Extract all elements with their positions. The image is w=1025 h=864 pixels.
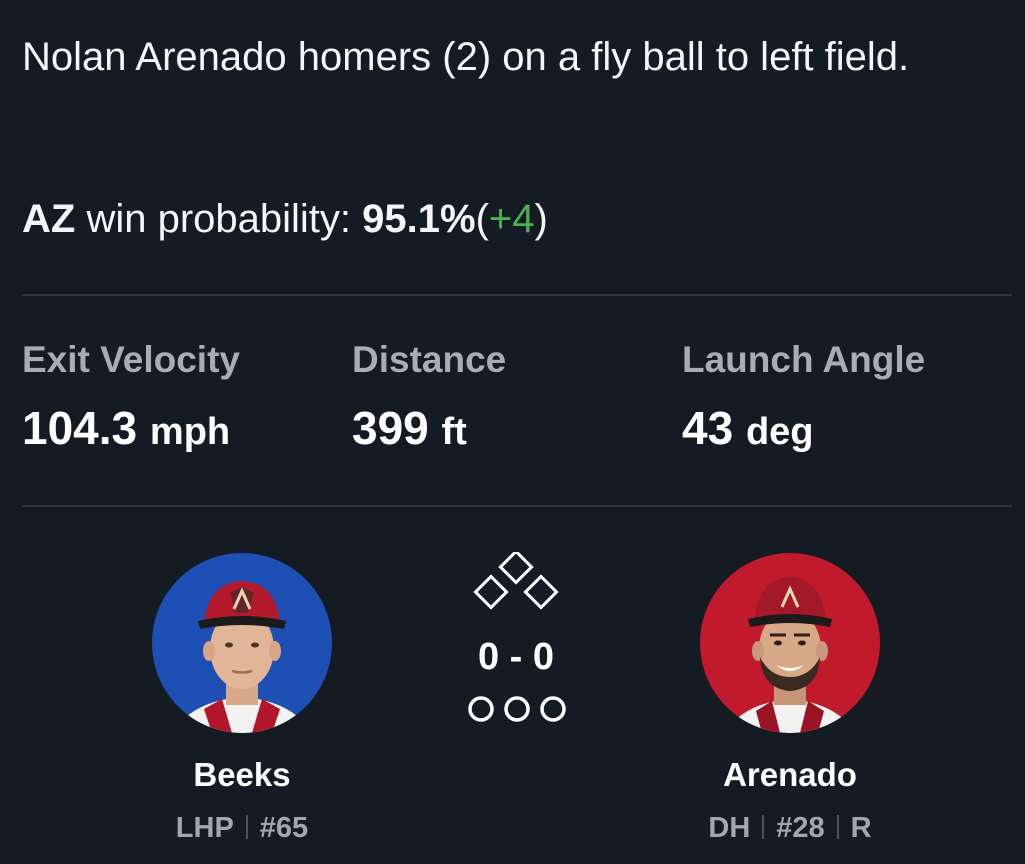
pitcher-meta: LHP #65: [122, 809, 362, 847]
stat-number: 43: [682, 402, 734, 454]
batter-name[interactable]: Arenado: [670, 753, 910, 797]
second-base-icon: [498, 552, 534, 585]
stat-unit: ft: [441, 411, 467, 453]
bases-diamond-icon: [473, 552, 559, 610]
batter-meta: DH #28 R: [670, 809, 910, 847]
win-probability-label: win probability:: [86, 197, 352, 241]
pitcher-avatar[interactable]: [152, 553, 332, 733]
win-probability: AZ win probability: 95.1%(+4): [22, 194, 548, 244]
stat-unit: mph: [149, 411, 231, 453]
ball-strike-count: 0 - 0: [477, 636, 555, 678]
stat-label: Distance: [352, 339, 507, 380]
out-2-icon: [504, 696, 530, 722]
stat-number: 399: [352, 402, 429, 454]
outs-indicator-icon: [468, 696, 566, 722]
win-probability-change: +4: [488, 197, 535, 241]
stat-exit-velocity: Exit Velocity 104.3 mph: [22, 336, 240, 458]
stat-label: Launch Angle: [682, 339, 926, 380]
batter-bats: R: [850, 812, 872, 844]
divider: [22, 294, 1012, 296]
third-base-icon: [473, 574, 509, 610]
win-probability-open-paren: (: [475, 197, 489, 241]
pitcher-card[interactable]: Beeks LHP #65: [122, 553, 362, 847]
separator: [245, 815, 248, 839]
player-headshot-icon: [724, 577, 856, 733]
stat-label: Exit Velocity: [22, 339, 240, 380]
separator: [836, 815, 839, 839]
batter-number: #28: [776, 812, 825, 844]
batter-avatar[interactable]: [700, 553, 880, 733]
pitcher-position: LHP: [175, 812, 234, 844]
stat-value: 43 deg: [682, 402, 925, 458]
batter-card[interactable]: Arenado DH #28 R: [670, 553, 910, 847]
divider: [22, 505, 1012, 507]
stat-number: 104.3: [22, 402, 138, 454]
stat-distance: Distance 399 ft: [352, 336, 506, 458]
stat-value: 104.3 mph: [22, 402, 240, 458]
separator: [762, 815, 765, 839]
win-probability-team: AZ: [22, 197, 76, 241]
stat-value: 399 ft: [352, 402, 506, 458]
stat-unit: deg: [745, 411, 814, 453]
batter-position: DH: [708, 812, 751, 844]
player-headshot-icon: [172, 581, 312, 733]
out-3-icon: [540, 696, 566, 722]
play-description: Nolan Arenado homers (2) on a fly ball t…: [22, 35, 910, 79]
pitcher-name[interactable]: Beeks: [122, 753, 362, 797]
win-probability-close-paren: ): [534, 197, 548, 241]
first-base-icon: [523, 574, 559, 610]
pitcher-number: #65: [259, 812, 309, 844]
stat-launch-angle: Launch Angle 43 deg: [682, 336, 925, 458]
win-probability-value: 95.1%: [362, 197, 476, 241]
out-1-icon: [468, 696, 494, 722]
